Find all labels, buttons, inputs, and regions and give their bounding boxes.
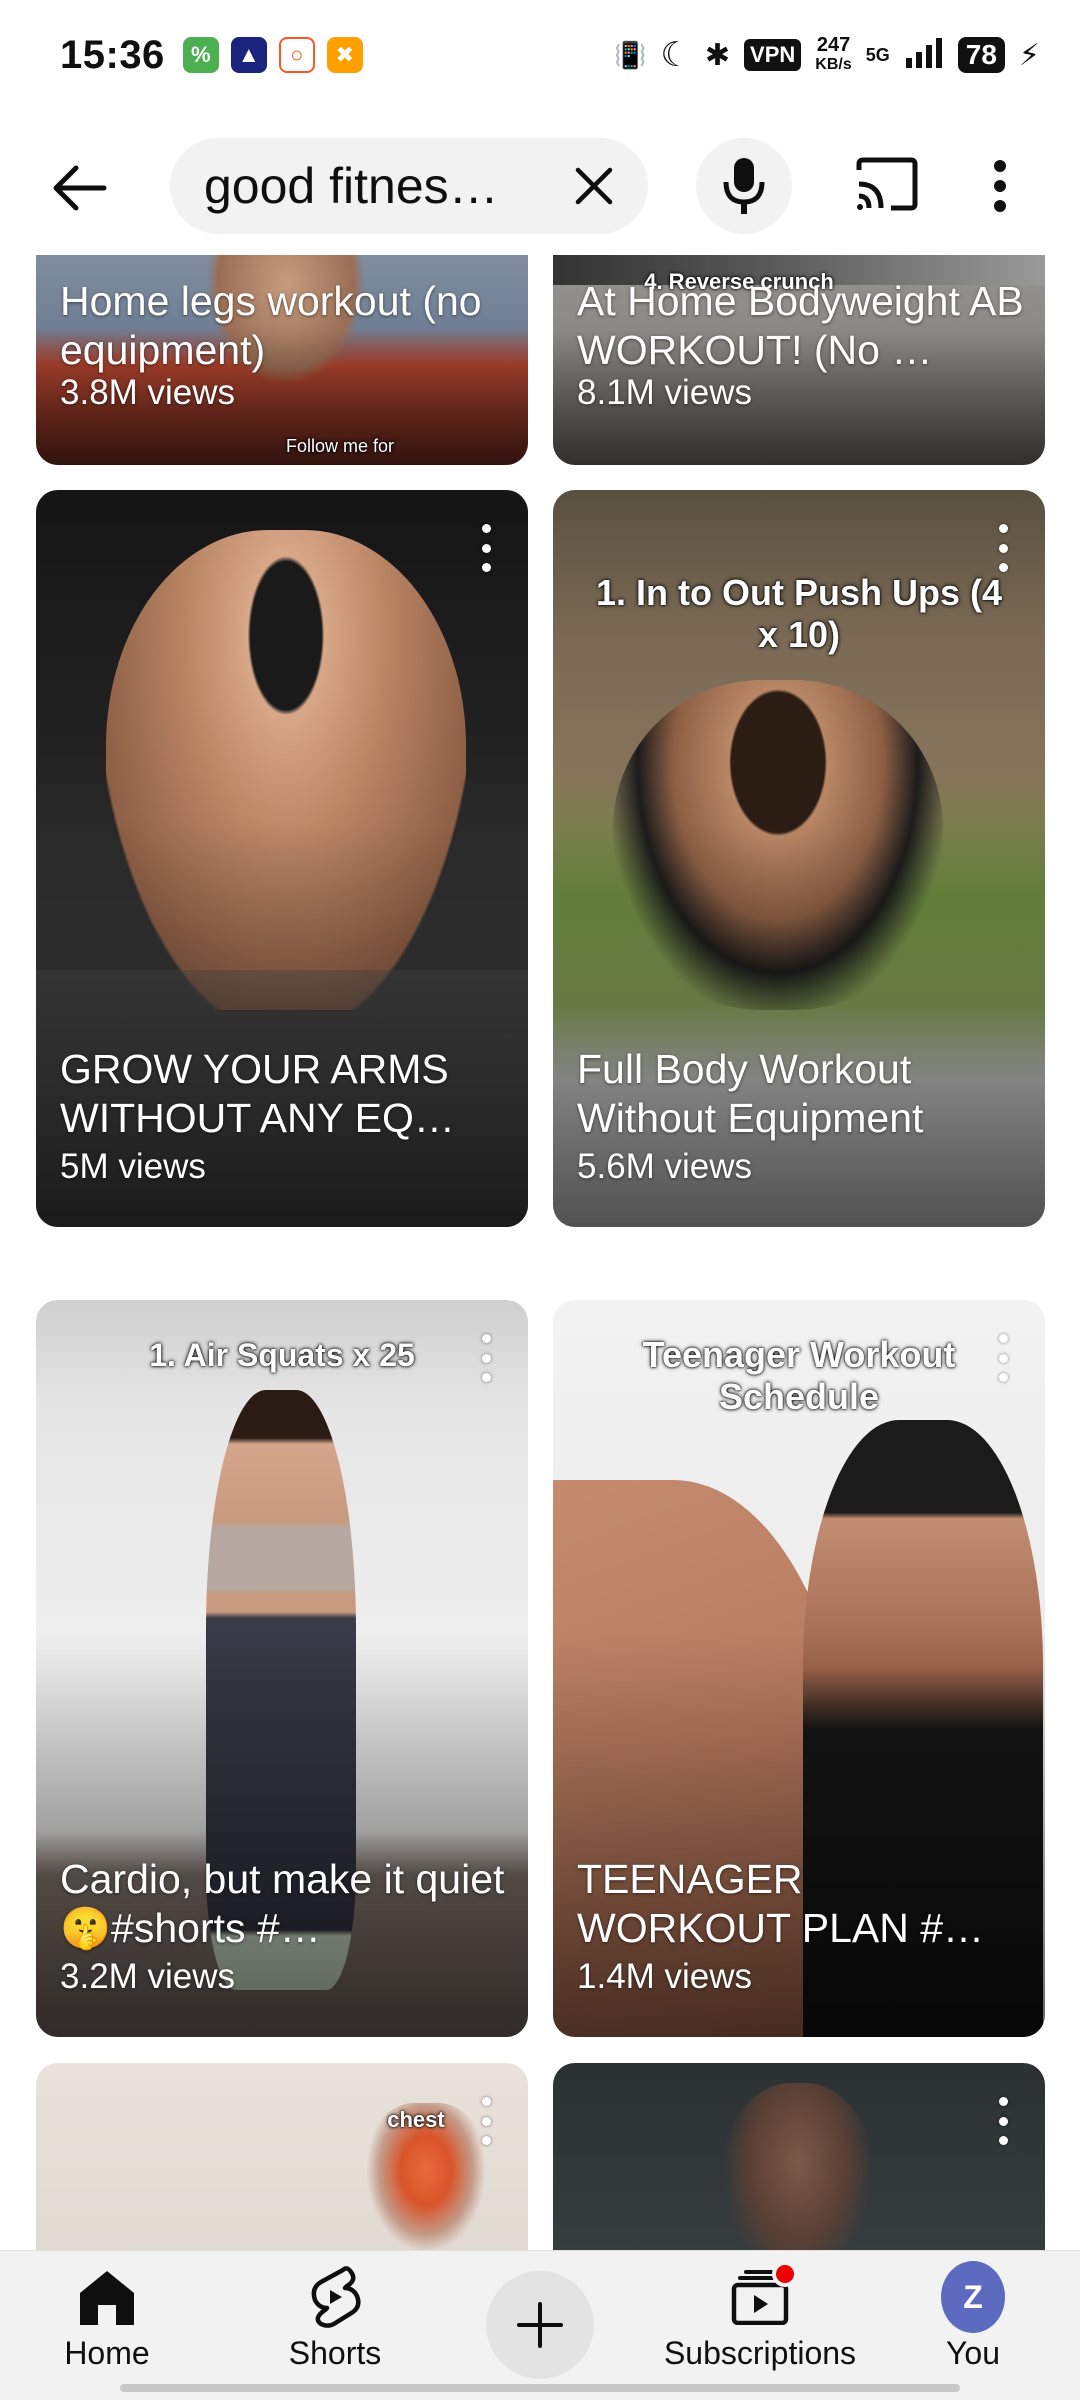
search-header: good fitnes… [0,120,1080,250]
nav-label-home: Home [64,2335,150,2371]
tools-app-icon: ✖ [326,37,363,73]
view-count: 8.1M views [577,373,753,412]
create-button[interactable] [486,2271,594,2379]
back-arrow-icon[interactable] [50,158,110,218]
nav-shorts[interactable]: Shorts [250,2265,420,2372]
home-icon [75,2265,139,2329]
more-vert-icon[interactable] [999,2097,1011,2145]
cast-icon[interactable] [855,156,919,216]
avatar-letter: Z [941,2261,1005,2333]
view-count: 3.2M views [60,1957,236,1996]
video-title: Full Body Workout Without Equipment [577,1046,924,1141]
nav-label-subscriptions: Subscriptions [663,2335,857,2371]
view-count: 5M views [60,1147,206,1186]
thumbnail-caption: Follow me for [286,436,395,456]
video-title: At Home Bodyweight AB WORKOUT! (No … [577,278,1024,373]
plus-icon [517,2302,563,2348]
thumbnail-caption: 1. Air Squats x 25 [149,1337,415,1373]
more-vert-icon[interactable] [482,1334,494,1382]
notification-icons: % ▲ ○ ✖ [182,37,363,73]
video-title: Home legs workout (no equipment) [60,278,482,373]
short-card[interactable]: 4. Reverse crunch At Home Bodyweight AB … [553,255,1045,465]
close-icon[interactable] [570,162,618,210]
nav-label-you: You [946,2335,1000,2371]
status-bar: 15:36 % ▲ ○ ✖ 📳 ☾ ✱ VPN 247 KB/s 5G 78 ⚡ [0,0,1080,110]
video-title: Cardio, but make it quiet 🤫#shorts #… [60,1856,505,1951]
view-count: 3.8M views [60,373,236,412]
video-title: GROW YOUR ARMS WITHOUT ANY EQ… [60,1046,455,1141]
short-card[interactable]: chest [36,2063,528,2250]
nav-subscriptions[interactable]: Subscriptions [663,2261,857,2372]
more-vert-icon[interactable] [482,2097,494,2145]
more-vert-icon[interactable] [999,1334,1011,1382]
subscriptions-icon [728,2261,798,2329]
vpn-badge: VPN [744,39,802,71]
short-card[interactable]: 1. Air Squats x 25 Cardio, but make it q… [36,1300,528,2037]
short-card[interactable]: Teenager Workout Schedule TEENAGER WORKO… [553,1300,1045,2037]
vibrate-icon: 📳 [614,39,647,70]
avatar: Z [941,2261,1005,2333]
nav-home[interactable]: Home [22,2265,192,2372]
more-vert-icon[interactable] [985,156,1015,216]
search-query[interactable]: good fitnes… [204,157,524,215]
short-card[interactable]: 1. In to Out Push Ups (4 x 10) Full Body… [553,490,1045,1227]
gesture-bar[interactable] [120,2384,960,2392]
network-speed: 247 KB/s [815,35,851,75]
status-indicators: 📳 ☾ ✱ VPN 247 KB/s 5G 78 ⚡ [614,35,1040,75]
microphone-icon[interactable] [696,138,792,234]
nav-label-shorts: Shorts [288,2335,382,2371]
status-time: 15:36 [60,32,165,77]
more-vert-icon[interactable] [999,524,1011,572]
thumbnail-caption: chest [387,2107,445,2132]
thumbnail-figure [723,2083,873,2250]
moon-icon: ☾ [660,36,691,74]
search-input[interactable]: good fitnes… [170,138,648,234]
battery-level: 78 [957,37,1005,73]
thumbnail-caption: Teenager Workout Schedule [642,1334,956,1417]
network-label: 5G [865,44,890,65]
notification-dot [772,2261,798,2287]
video-title: TEENAGER WORKOUT PLAN #… [577,1856,985,1951]
more-vert-icon[interactable] [482,524,494,572]
speed-value: 247 [816,34,851,56]
signal-icon [904,36,944,75]
shorts-icon [303,2265,367,2329]
circle-app-icon: ○ [278,37,315,73]
view-count: 5.6M views [577,1147,753,1186]
bluetooth-icon: ✱ [704,38,731,72]
charging-icon: ⚡ [1018,38,1040,72]
short-card[interactable]: GROW YOUR ARMS WITHOUT ANY EQ… 5M views [36,490,528,1227]
speed-unit: KB/s [815,56,852,73]
short-card[interactable] [553,2063,1045,2250]
nav-you[interactable]: Z You [888,2261,1058,2372]
thumbnail-caption: 1. In to Out Push Ups (4 x 10) [595,572,1003,655]
view-count: 1.4M views [577,1957,753,1996]
bottom-navigation: Home Shorts Subscriptions Z You [0,2250,1080,2400]
short-card[interactable]: Follow me for Home legs workout (no equi… [36,255,528,465]
shorts-grid: Follow me for Home legs workout (no equi… [0,255,1080,2250]
app-notification-icon: % [182,37,219,73]
cat-app-icon: ▲ [230,37,267,73]
